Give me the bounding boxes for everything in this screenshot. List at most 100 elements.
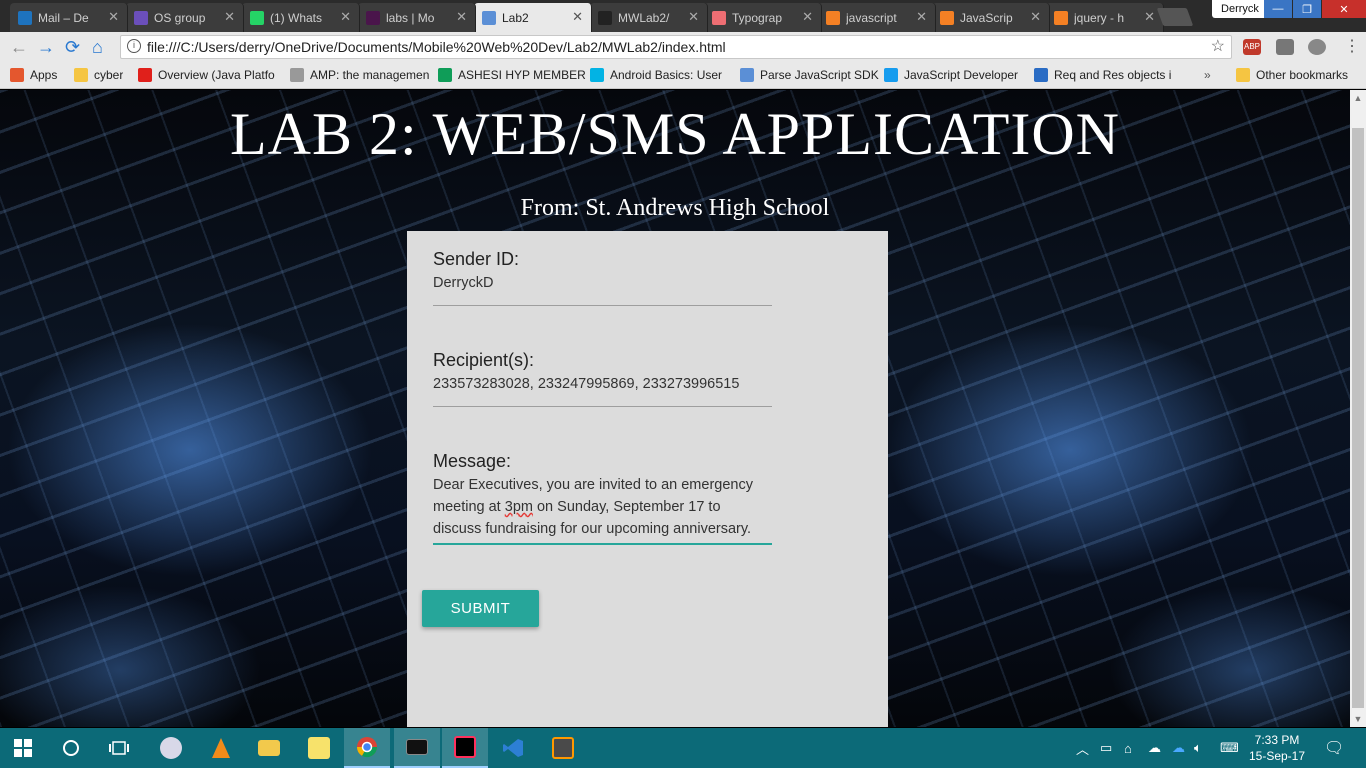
onedrive-icon[interactable]: ☁ bbox=[1148, 728, 1161, 768]
home-icon[interactable]: ⌂ bbox=[92, 38, 103, 56]
action-center-icon[interactable]: 🗨︎ bbox=[1324, 728, 1344, 768]
keyboard-icon[interactable]: ⌨ bbox=[1220, 728, 1239, 768]
browser-tab[interactable]: labs | Mo ✕ bbox=[358, 3, 476, 32]
other-bookmarks[interactable]: Other bookmarks bbox=[1236, 68, 1348, 82]
menu-kebab-icon[interactable]: ⋮ bbox=[1344, 38, 1360, 56]
bookmark-item[interactable]: AMP: the managemen bbox=[290, 68, 429, 82]
tab-close-icon[interactable]: ✕ bbox=[802, 9, 813, 25]
window-controls: — ❐ ✕ bbox=[1263, 0, 1366, 18]
adblock-icon[interactable]: ABP bbox=[1243, 39, 1261, 55]
tab-close-icon[interactable]: ✕ bbox=[1030, 9, 1041, 25]
udacity-icon bbox=[590, 68, 604, 82]
recipients-input[interactable]: 233573283028, 233247995869, 233273996515 bbox=[433, 373, 772, 395]
scroll-down-icon[interactable]: ▼ bbox=[1350, 711, 1366, 727]
browser-tab[interactable]: MWLab2/ ✕ bbox=[590, 3, 708, 32]
bookmark-item[interactable]: Overview (Java Platfo bbox=[138, 68, 275, 82]
tab-label: Lab2 bbox=[502, 10, 529, 25]
bookmark-item[interactable]: Apps bbox=[10, 68, 57, 82]
extension-icon[interactable] bbox=[1308, 39, 1326, 55]
onedrive-personal-icon[interactable]: ☁ bbox=[1172, 728, 1185, 768]
scroll-thumb[interactable] bbox=[1352, 128, 1364, 708]
browser-tab[interactable]: JavaScrip ✕ bbox=[932, 3, 1050, 32]
tab-close-icon[interactable]: ✕ bbox=[572, 9, 583, 25]
back-arrow-icon[interactable]: ← bbox=[10, 38, 28, 56]
sticky-notes-icon[interactable] bbox=[296, 728, 342, 768]
cortana-icon[interactable] bbox=[48, 728, 94, 768]
profile-button[interactable]: Derryck bbox=[1212, 0, 1268, 18]
bookmark-label: Req and Res objects i bbox=[1054, 68, 1172, 82]
close-window-icon[interactable]: ✕ bbox=[1322, 0, 1366, 18]
bookmark-label: Overview (Java Platfo bbox=[158, 68, 275, 82]
browser-tab[interactable]: Lab2 ✕ bbox=[474, 3, 592, 32]
tray-chevron-icon[interactable]: ︿ bbox=[1076, 728, 1089, 768]
tab-label: JavaScrip bbox=[960, 10, 1013, 25]
more-bookmarks-button[interactable]: » bbox=[1204, 68, 1211, 82]
tab-close-icon[interactable]: ✕ bbox=[224, 9, 235, 25]
tab-label: javascript bbox=[846, 10, 897, 25]
browser-tab[interactable]: (1) Whats ✕ bbox=[242, 3, 360, 32]
bookmark-item[interactable]: JavaScript Developer bbox=[884, 68, 1018, 82]
materialize-icon bbox=[712, 10, 726, 25]
bookmark-item[interactable]: Parse JavaScript SDK bbox=[740, 68, 879, 82]
sender-input[interactable]: DerryckD bbox=[433, 272, 772, 294]
browser-tab[interactable]: OS group ✕ bbox=[126, 3, 244, 32]
chrome-icon[interactable] bbox=[344, 728, 390, 768]
tab-label: labs | Mo bbox=[386, 10, 435, 25]
tab-close-icon[interactable]: ✕ bbox=[916, 9, 927, 25]
bookmark-label: JavaScript Developer bbox=[904, 68, 1019, 82]
bookmark-label: Apps bbox=[30, 68, 58, 82]
taskbar: ︿ ▭ ⌂ ☁ ☁ 🔈︎ ⌨ 7:33 PM 15-Sep-17 🗨︎ bbox=[0, 728, 1366, 768]
submit-button[interactable]: SUBMIT bbox=[422, 590, 539, 627]
file-explorer-icon[interactable] bbox=[246, 728, 292, 768]
battery-icon[interactable]: ▭ bbox=[1100, 728, 1112, 768]
clock[interactable]: 7:33 PM 15-Sep-17 bbox=[1244, 732, 1310, 764]
info-icon[interactable]: i bbox=[127, 39, 141, 53]
browser-tab[interactable]: jquery - h ✕ bbox=[1046, 3, 1164, 32]
bookmark-item[interactable]: Req and Res objects i bbox=[1034, 68, 1171, 82]
spellcheck-word: 3pm bbox=[504, 499, 533, 515]
forward-arrow-icon[interactable]: → bbox=[37, 38, 55, 56]
browser-tab[interactable]: Typograp ✕ bbox=[704, 3, 822, 32]
bookmark-star-icon[interactable]: ☆ bbox=[1211, 36, 1225, 58]
new-tab-button[interactable] bbox=[1156, 8, 1194, 26]
page-scrollbar[interactable]: ▲ ▼ bbox=[1350, 90, 1366, 727]
tab-close-icon[interactable]: ✕ bbox=[688, 9, 699, 25]
browser-tab[interactable]: Mail – De ✕ bbox=[10, 3, 128, 32]
terminal-icon[interactable] bbox=[394, 728, 440, 768]
address-bar[interactable]: i file:///C:/Users/derry/OneDrive/Docume… bbox=[120, 35, 1232, 59]
tab-close-icon[interactable]: ✕ bbox=[456, 9, 467, 25]
document-extension-icon[interactable] bbox=[1276, 39, 1294, 55]
minimize-icon[interactable]: — bbox=[1264, 0, 1292, 18]
restore-icon[interactable]: ❐ bbox=[1293, 0, 1321, 18]
browser-tab[interactable]: javascript ✕ bbox=[818, 3, 936, 32]
task-view-icon[interactable] bbox=[96, 728, 142, 768]
stackoverflow-icon bbox=[940, 10, 954, 25]
paint-icon[interactable] bbox=[148, 728, 194, 768]
volume-icon[interactable]: 🔈︎ bbox=[1194, 728, 1202, 768]
folder-icon bbox=[1236, 68, 1250, 82]
bookmark-item[interactable]: Android Basics: User bbox=[590, 68, 722, 82]
bookmark-label: cyber bbox=[94, 68, 124, 82]
bookmark-label: ASHESI HYP MEMBER bbox=[458, 68, 586, 82]
network-icon[interactable]: ⌂ bbox=[1124, 728, 1132, 768]
tab-label: Mail – De bbox=[38, 10, 89, 25]
tab-close-icon[interactable]: ✕ bbox=[1144, 9, 1155, 25]
tab-close-icon[interactable]: ✕ bbox=[340, 9, 351, 25]
reload-icon[interactable]: ⟳ bbox=[65, 38, 80, 56]
tab-close-icon[interactable]: ✕ bbox=[108, 9, 119, 25]
stackoverflow-icon bbox=[1054, 10, 1068, 25]
scroll-up-icon[interactable]: ▲ bbox=[1350, 90, 1366, 106]
bookmark-item[interactable]: cyber bbox=[74, 68, 123, 82]
message-textarea[interactable]: Dear Executives, you are invited to an e… bbox=[433, 474, 772, 540]
intellij-icon[interactable] bbox=[442, 728, 488, 768]
sublime-text-icon[interactable] bbox=[540, 728, 586, 768]
sheets-icon bbox=[438, 68, 452, 82]
tab-label: MWLab2/ bbox=[618, 10, 670, 25]
vlc-icon[interactable] bbox=[198, 728, 244, 768]
parse-icon bbox=[884, 68, 898, 82]
bookmark-label: Parse JavaScript SDK bbox=[760, 68, 879, 82]
windows-start-icon[interactable] bbox=[0, 728, 46, 768]
sender-underline bbox=[433, 305, 772, 306]
visual-studio-icon[interactable] bbox=[490, 728, 536, 768]
bookmark-item[interactable]: ASHESI HYP MEMBER bbox=[438, 68, 586, 82]
